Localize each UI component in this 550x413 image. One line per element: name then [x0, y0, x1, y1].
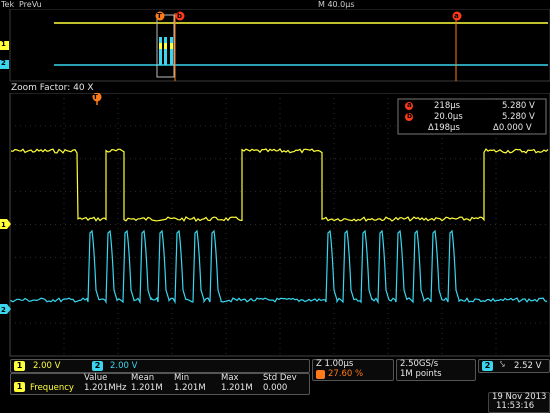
sample-rate[interactable]: 2.50GS/s [400, 359, 438, 369]
overview-trigger-label: T [157, 12, 162, 20]
trigger-pos-icon [316, 370, 325, 379]
meas-ch1-badge: 1 [14, 382, 25, 392]
overview-cursor-a-label: a [454, 12, 459, 20]
meas-name: Frequency [30, 383, 74, 393]
ch1-scale[interactable]: 2.00 V [33, 361, 60, 371]
record-length[interactable]: 1M points [400, 369, 442, 379]
meas-header-value: Value [84, 373, 108, 383]
cursor-b-icon-label: b [407, 112, 413, 120]
overview-ch2-num: 2 [1, 59, 6, 67]
overview-cursor-b-label: b [177, 12, 183, 20]
cursor-delta-time: Δ198µs [428, 123, 460, 133]
mode-label: PreVu [19, 0, 42, 9]
time: 11:53:16 [496, 401, 535, 411]
meas-stddev: 0.000 [263, 383, 288, 393]
cursor-a-time: 218µs [434, 101, 461, 111]
meas-value: 1.201MHz [84, 383, 127, 393]
status-bar: 1 2.00 V 2 2.00 V Value Mean Min Max Std… [0, 357, 550, 413]
timebase-label: M 40.0µs [318, 0, 355, 9]
cursor-delta-volt: Δ0.000 V [493, 123, 532, 133]
meas-header-min: Min [174, 373, 190, 383]
zoom-scale[interactable]: Z 1.00µs [316, 359, 353, 369]
overview-ch1-num: 1 [1, 40, 6, 48]
meas-header-stddev: Std Dev [263, 373, 297, 383]
trigger-source-badge[interactable]: 2 [482, 361, 493, 371]
brand-text: Tek [1, 0, 15, 9]
meas-max: 1.201M [221, 383, 253, 393]
trigger-position[interactable]: 27.60 % [328, 369, 363, 379]
ch2-badge[interactable]: 2 [92, 361, 103, 371]
trigger-marker-label: T [93, 93, 98, 101]
brand-label: Tek [1, 0, 14, 9]
cursor-a-icon-label: a [407, 101, 412, 109]
meas-header-max: Max [221, 373, 239, 383]
ch2-scale[interactable]: 2.00 V [110, 361, 137, 371]
meas-mean: 1.201M [131, 383, 163, 393]
cursor-b-volt: 5.280 V [502, 112, 535, 122]
ch1-badge[interactable]: 1 [14, 361, 25, 371]
trigger-level[interactable]: 2.52 V [514, 361, 541, 371]
meas-header-mean: Mean [131, 373, 155, 383]
trigger-slope-icon[interactable]: ⤥ [500, 360, 505, 370]
cursor-a-volt: 5.280 V [502, 101, 535, 111]
header-bar: Tek PreVu M 40.0µs [0, 0, 550, 9]
zoom-factor-label: Zoom Factor: 40 X [11, 83, 94, 93]
overview-record[interactable] [0, 9, 550, 82]
overview-burst [159, 37, 173, 65]
ch1-ground-label: 1 [1, 221, 6, 229]
meas-min: 1.201M [174, 383, 206, 393]
main-waveform-display[interactable] [0, 93, 550, 357]
cursor-b-time: 20.0µs [434, 112, 463, 122]
ch2-ground-label: 2 [1, 306, 6, 314]
